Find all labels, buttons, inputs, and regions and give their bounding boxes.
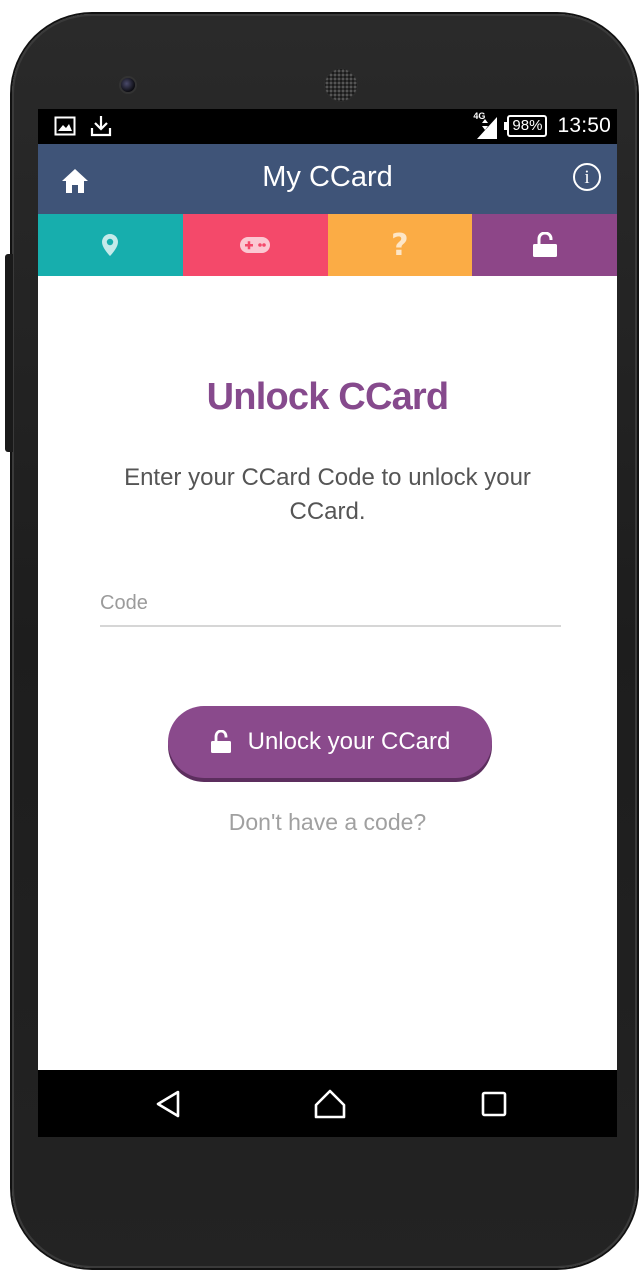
no-code-link[interactable]: Don't have a code?: [38, 809, 617, 836]
home-nav-button[interactable]: [290, 1070, 370, 1137]
question-icon: ?: [391, 227, 409, 263]
tab-location[interactable]: [38, 214, 183, 276]
section-tabs: ?: [38, 214, 617, 276]
tab-games[interactable]: [182, 214, 328, 276]
status-bar: 4G 98% 13:50: [38, 109, 617, 144]
instructions-text: Enter your CCard Code to unlock your CCa…: [124, 464, 531, 525]
gamepad-icon: [240, 237, 271, 253]
status-clock: 13:50: [557, 114, 611, 137]
tab-help[interactable]: ?: [327, 214, 473, 276]
screen: 4G 98% 13:50 My CCard i ? Unlock CCard E…: [38, 109, 617, 1137]
front-camera: [121, 78, 135, 92]
system-nav-bar: [38, 1070, 617, 1137]
info-button[interactable]: i: [573, 163, 601, 191]
back-button[interactable]: [128, 1070, 208, 1137]
app-title: My CCard: [262, 161, 393, 193]
app-toolbar: My CCard i: [38, 144, 617, 214]
unlock-button[interactable]: Unlock your CCard: [168, 706, 492, 778]
side-button[interactable]: [5, 254, 13, 452]
signal-icon: 4G: [473, 111, 498, 139]
page-title: Unlock CCard: [206, 376, 449, 418]
unlock-icon: [210, 730, 231, 753]
recents-button[interactable]: [454, 1070, 534, 1137]
download-notification-icon: [90, 114, 112, 143]
image-notification-icon: [54, 116, 76, 141]
location-pin-icon: [102, 234, 119, 256]
tab-unlock[interactable]: [472, 214, 617, 276]
code-input[interactable]: [100, 581, 561, 627]
unlock-icon: [532, 232, 557, 257]
battery-indicator: 98%: [504, 115, 548, 137]
info-icon: i: [584, 167, 590, 188]
recents-icon: [481, 1091, 507, 1116]
home-outline-icon: [314, 1089, 346, 1118]
earpiece-speaker: [325, 69, 357, 101]
unlock-button-label: Unlock your CCard: [247, 728, 451, 755]
unlock-content: Unlock CCard Enter your CCard Code to un…: [38, 276, 617, 1070]
back-icon: [156, 1090, 180, 1117]
